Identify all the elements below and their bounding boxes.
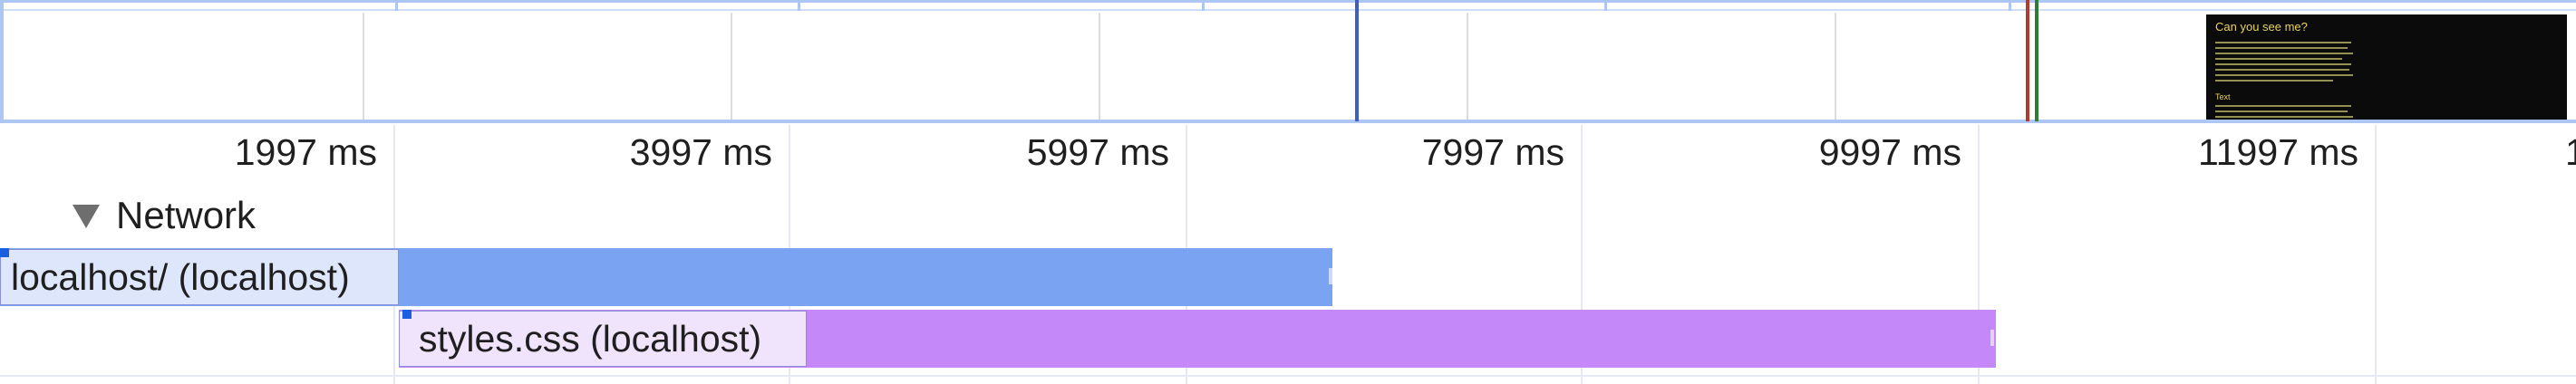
row-separator (0, 375, 2576, 377)
overview-top-inner-border (0, 9, 2576, 11)
screenshot-thumbnail[interactable]: Can you see me? Text (2206, 14, 2567, 120)
green-marker (2035, 0, 2039, 121)
filmstrip-separator (1099, 13, 1100, 120)
overview-bottom-border (0, 120, 2576, 123)
overview-notch (1604, 0, 1607, 11)
timeline-overview[interactable]: Can you see me? Text (0, 0, 2576, 125)
filmstrip-separator (1467, 13, 1468, 120)
request-end-cap (1329, 268, 1332, 284)
filmstrip-separator (731, 13, 732, 120)
request-start-handle (402, 310, 412, 319)
ruler-tick-label: 7997 ms (1421, 131, 1564, 173)
filmstrip-separator (363, 13, 364, 120)
ruler-tick-label: 9997 ms (1818, 131, 1961, 173)
filmstrip-separator (1835, 13, 1836, 120)
ruler-tick-label: 5997 ms (1026, 131, 1169, 173)
ruler-tick-label: 11997 ms (2197, 131, 2358, 173)
request-start-handle (0, 248, 9, 257)
network-track-label: Network (116, 194, 257, 236)
blue-marker (1355, 0, 1359, 121)
overview-notch (2009, 0, 2011, 11)
ruler-tick-label: 3997 ms (629, 131, 772, 173)
request-end-cap (1990, 330, 1994, 346)
request-label: styles.css (localhost) (419, 318, 762, 360)
overview-notch (395, 0, 398, 11)
collapse-triangle-icon[interactable] (73, 205, 100, 228)
ruler-tick-label: 1997 ms (234, 131, 377, 173)
grid-line (2375, 125, 2377, 384)
thumbnail-title: Can you see me? (2215, 20, 2308, 34)
overview-left-border (0, 0, 4, 123)
request-label: localhost/ (localhost) (11, 256, 350, 298)
ruler-tick-label: 1 (2565, 131, 2576, 173)
overview-notch (1202, 0, 1205, 11)
thumbnail-subtitle: Text (2215, 92, 2231, 101)
red-marker (2026, 0, 2029, 121)
overview-notch (798, 0, 800, 11)
overview-top-border (0, 0, 2576, 3)
